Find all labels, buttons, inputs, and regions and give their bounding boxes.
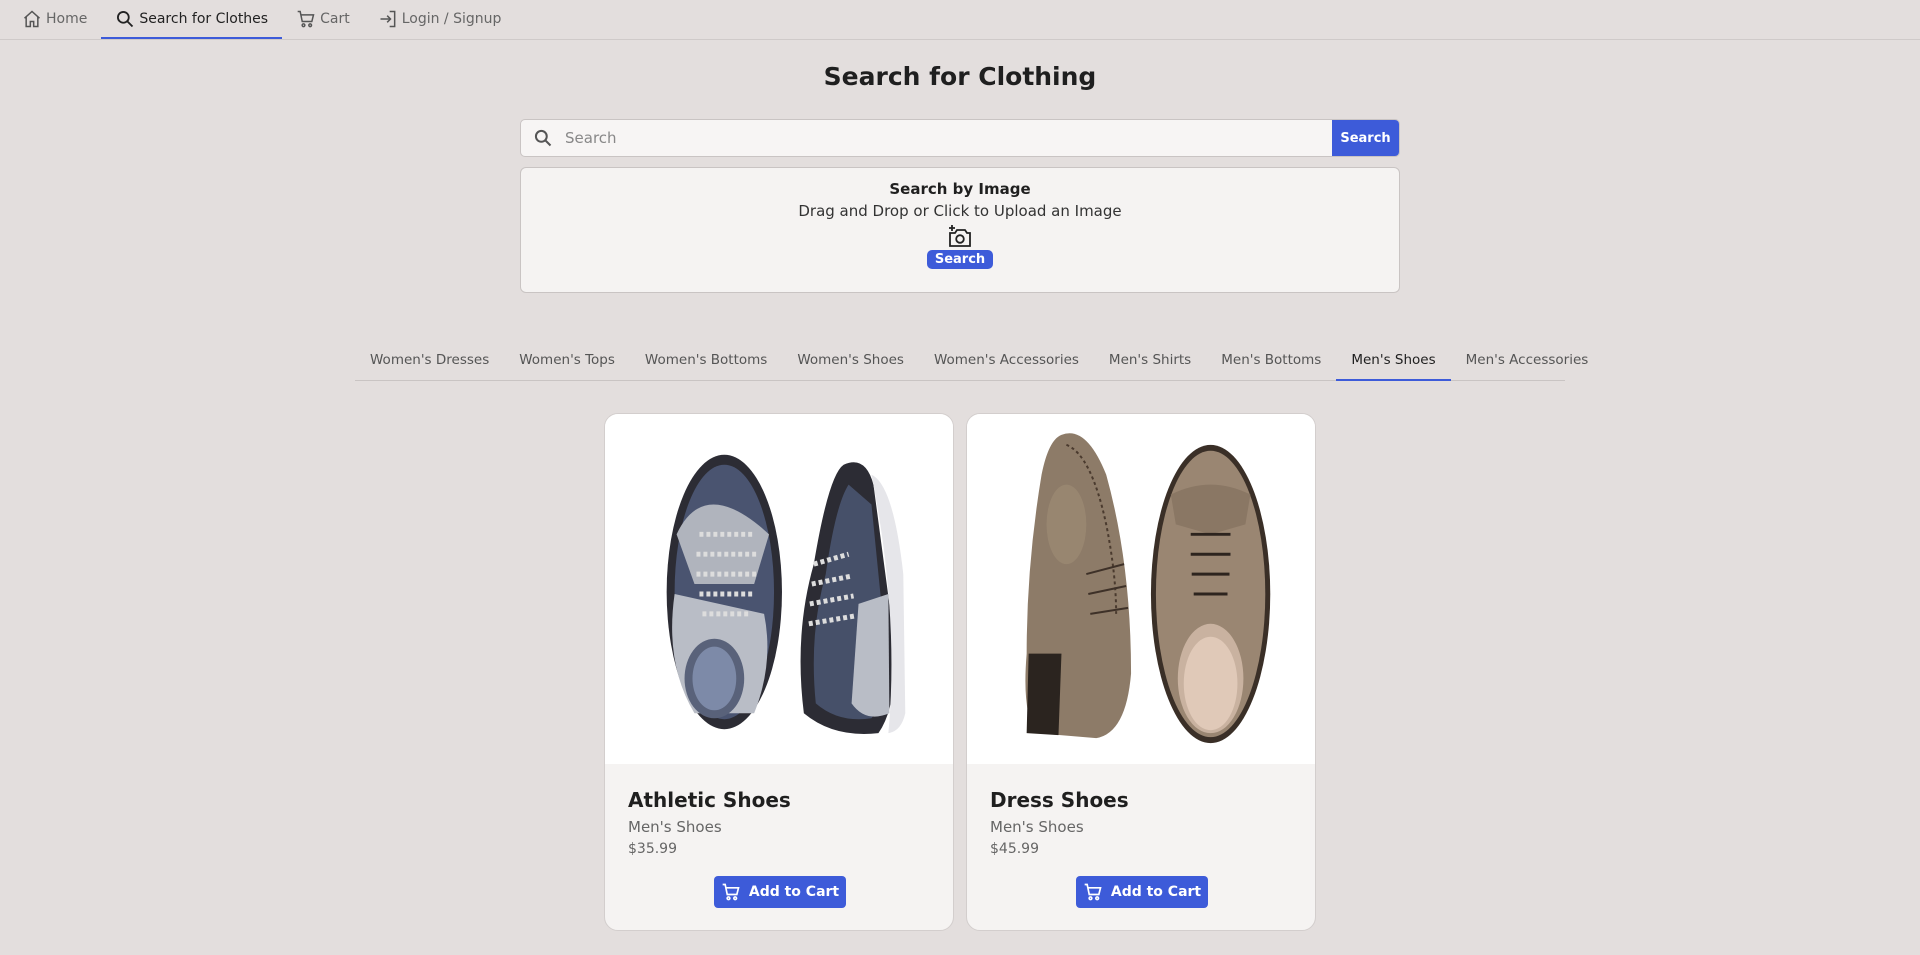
nav-cart[interactable]: Cart bbox=[282, 0, 364, 39]
add-to-cart-label: Add to Cart bbox=[748, 884, 840, 900]
nav-login[interactable]: Login / Signup bbox=[364, 0, 516, 39]
nav-home-label: Home bbox=[46, 10, 88, 27]
tab-womens-dresses[interactable]: Women's Dresses bbox=[355, 344, 504, 381]
tab-womens-bottoms[interactable]: Women's Bottoms bbox=[630, 344, 782, 381]
image-search-dropzone[interactable]: Search by Image Drag and Drop or Click t… bbox=[520, 167, 1400, 293]
nav-login-label: Login / Signup bbox=[401, 10, 502, 27]
product-price: $35.99 bbox=[628, 841, 677, 857]
image-search-button[interactable]: Search bbox=[926, 250, 994, 269]
nav-search-clothes[interactable]: Search for Clothes bbox=[101, 0, 283, 39]
nav-home[interactable]: Home bbox=[8, 0, 101, 39]
search-button[interactable]: Search bbox=[1332, 120, 1399, 156]
product-image bbox=[967, 414, 1315, 764]
search-field-icon-wrap bbox=[521, 120, 565, 156]
cart-icon bbox=[297, 10, 315, 27]
product-name: Athletic Shoes bbox=[628, 788, 791, 812]
nav-cart-label: Cart bbox=[320, 10, 350, 27]
login-icon bbox=[380, 10, 396, 27]
home-icon bbox=[24, 9, 40, 27]
tab-womens-tops[interactable]: Women's Tops bbox=[504, 344, 630, 381]
tab-mens-shoes[interactable]: Men's Shoes bbox=[1336, 344, 1451, 381]
add-to-cart-button[interactable]: Add to Cart bbox=[1076, 876, 1208, 908]
category-tabs: Women's Dresses Women's Tops Women's Bot… bbox=[355, 344, 1588, 381]
search-icon bbox=[534, 129, 552, 147]
add-to-cart-label: Add to Cart bbox=[1110, 884, 1202, 900]
add-to-cart-button[interactable]: Add to Cart bbox=[714, 876, 846, 908]
cart-icon bbox=[1084, 883, 1102, 901]
image-search-title: Search by Image bbox=[889, 180, 1031, 198]
tab-womens-shoes[interactable]: Women's Shoes bbox=[782, 344, 919, 381]
dress-shoes-image bbox=[1025, 433, 1271, 744]
product-card: Athletic Shoes Men's Shoes $35.99 Add to… bbox=[604, 413, 954, 931]
search-bar: Search bbox=[520, 119, 1400, 157]
image-search-subtitle: Drag and Drop or Click to Upload an Imag… bbox=[798, 202, 1122, 220]
tab-womens-accessories[interactable]: Women's Accessories bbox=[919, 344, 1094, 381]
tab-mens-accessories[interactable]: Men's Accessories bbox=[1451, 344, 1604, 381]
page-title: Search for Clothing bbox=[823, 62, 1097, 91]
product-price: $45.99 bbox=[990, 841, 1039, 857]
product-card: Dress Shoes Men's Shoes $45.99 Add to Ca… bbox=[966, 413, 1316, 931]
product-image bbox=[605, 414, 953, 764]
search-input[interactable] bbox=[565, 120, 1332, 156]
tab-mens-bottoms[interactable]: Men's Bottoms bbox=[1206, 344, 1336, 381]
athletic-shoes-image bbox=[666, 454, 906, 734]
product-name: Dress Shoes bbox=[990, 788, 1129, 812]
cart-icon bbox=[722, 883, 740, 901]
product-category: Men's Shoes bbox=[628, 818, 722, 836]
top-nav: Home Search for Clothes Cart Login / Sig… bbox=[0, 0, 1920, 40]
add-photo-icon bbox=[949, 225, 971, 247]
tab-mens-shirts[interactable]: Men's Shirts bbox=[1094, 344, 1206, 381]
search-icon bbox=[117, 10, 134, 27]
nav-search-label: Search for Clothes bbox=[139, 10, 269, 27]
product-category: Men's Shoes bbox=[990, 818, 1084, 836]
